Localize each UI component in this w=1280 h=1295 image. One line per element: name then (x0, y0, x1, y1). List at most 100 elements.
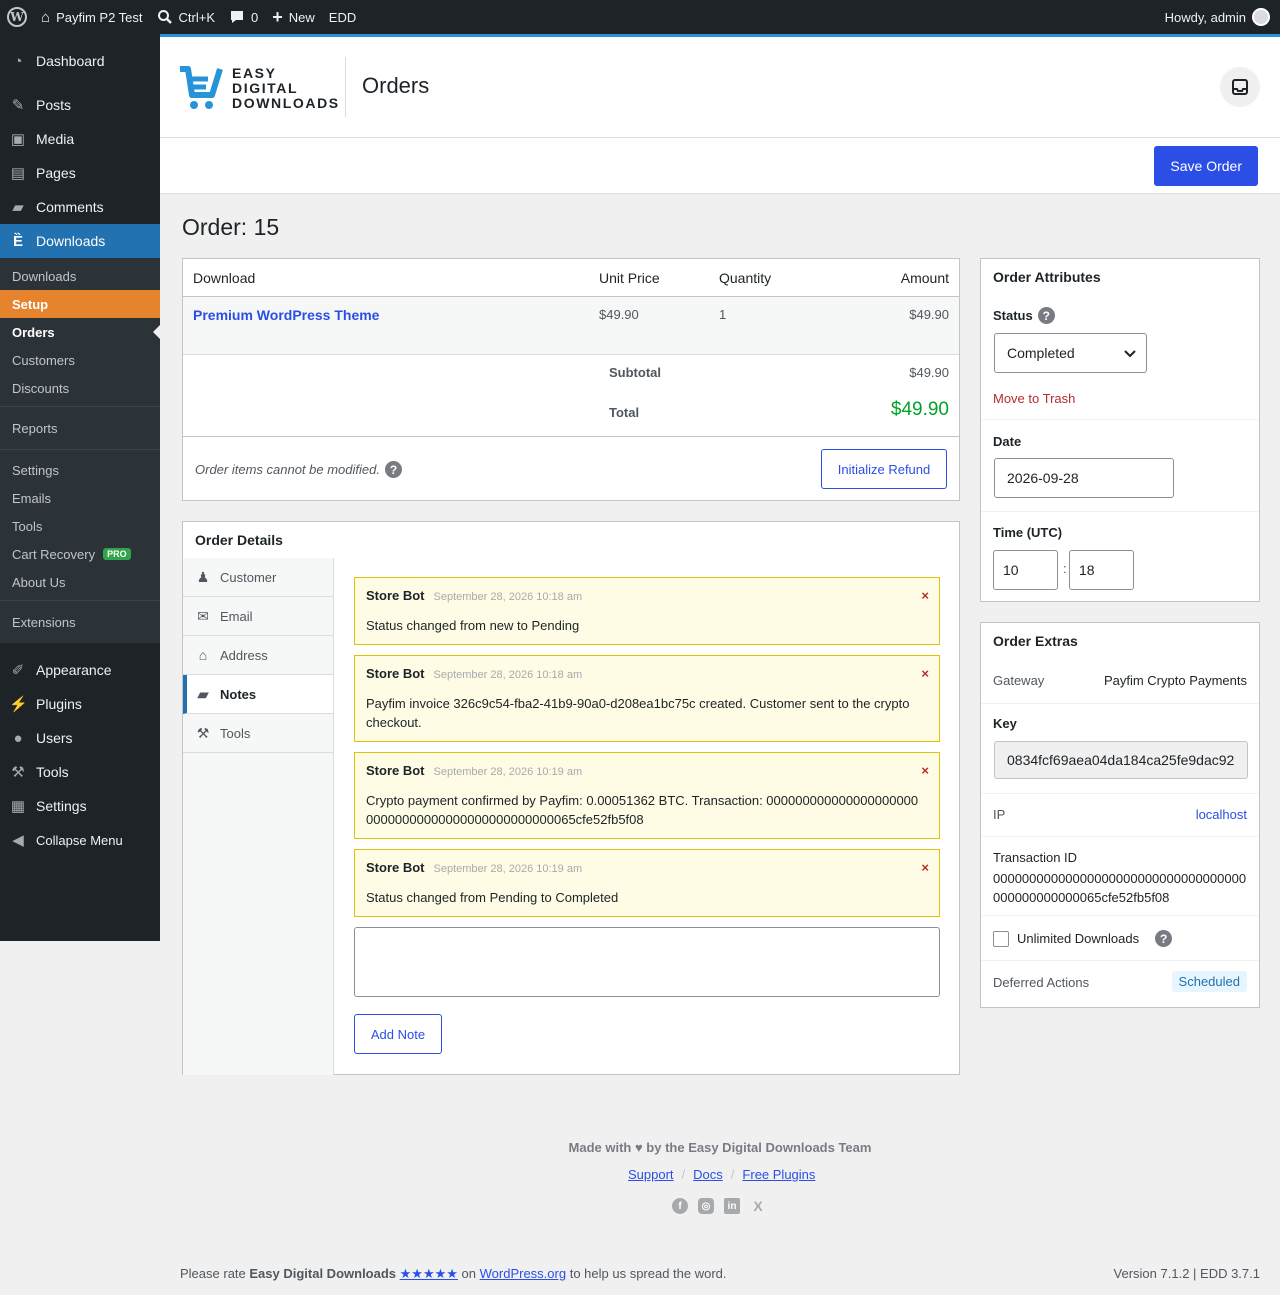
delete-note-button[interactable]: × (921, 666, 929, 681)
collapse-menu-button[interactable]: ◀ Collapse Menu (0, 823, 160, 857)
linkedin-icon[interactable]: in (724, 1198, 740, 1214)
delete-note-button[interactable]: × (921, 588, 929, 603)
save-order-button[interactable]: Save Order (1154, 146, 1258, 186)
menu-tools[interactable]: ⚒ Tools (0, 755, 160, 789)
tab-tools[interactable]: ⚒ Tools (183, 714, 333, 753)
site-name-menu[interactable]: ⌂ Payfim P2 Test (34, 0, 150, 34)
menu-users[interactable]: ● Users (0, 721, 160, 755)
submenu-label: Setup (12, 296, 49, 312)
menu-appearance[interactable]: ✐ Appearance (0, 653, 160, 687)
rate-on: on (457, 1266, 480, 1281)
plus-icon: + (272, 6, 283, 27)
note-text: Crypto payment confirmed by Payfim: 0.00… (366, 793, 919, 827)
email-icon: ✉ (197, 607, 209, 624)
submenu-label: Downloads (12, 268, 77, 284)
submenu-discounts[interactable]: Discounts (0, 374, 160, 402)
tab-address[interactable]: ⌂ Address (183, 636, 333, 675)
submenu-downloads[interactable]: Downloads (0, 262, 160, 290)
menu-plugins[interactable]: ⚡ Plugins (0, 687, 160, 721)
wordpress-logo-menu[interactable]: W (0, 0, 34, 34)
my-account-menu[interactable]: Howdy, admin (1158, 0, 1280, 34)
menu-label: Settings (36, 798, 87, 814)
edd-header: EASY DIGITAL DOWNLOADS Orders (160, 34, 1280, 138)
status-select[interactable]: Completed (994, 333, 1147, 373)
comment-icon (231, 11, 244, 23)
help-icon[interactable]: ? (1155, 930, 1173, 947)
facebook-icon[interactable]: f (672, 1198, 688, 1214)
delete-note-button[interactable]: × (921, 860, 929, 875)
note-author: Store Bot (366, 588, 425, 603)
new-content-menu[interactable]: + New (265, 0, 322, 34)
menu-posts[interactable]: ✎ Posts (0, 88, 160, 122)
edd-menu[interactable]: EDD (322, 0, 363, 34)
divider (981, 511, 1259, 512)
subtotal-value: $49.90 (909, 365, 949, 380)
submenu-setup[interactable]: Setup (0, 290, 160, 318)
ip-link[interactable]: localhost (1196, 807, 1247, 822)
order-attributes-title: Order Attributes (993, 269, 1101, 285)
command-palette-trigger[interactable]: Ctrl+K (150, 0, 222, 34)
add-note-button[interactable]: Add Note (354, 1014, 442, 1054)
wordpress-icon: W (7, 7, 27, 27)
date-input[interactable]: 2026-09-28 (994, 458, 1174, 498)
submenu-emails[interactable]: Emails (0, 484, 160, 512)
comments-count: 0 (251, 9, 259, 25)
hour-input[interactable]: 10 (993, 550, 1058, 590)
submenu-label: About Us (12, 574, 66, 590)
tab-label: Customer (220, 569, 277, 585)
menu-downloads[interactable]: Ȅ Downloads (0, 224, 160, 258)
payment-key-field[interactable]: 0834fcf69aea04da184ca25fe9dac92 (994, 741, 1248, 779)
rate-stars-link[interactable]: ★★★★★ (400, 1266, 458, 1281)
free-plugins-link[interactable]: Free Plugins (742, 1167, 815, 1182)
column-header: Download (193, 269, 256, 286)
instagram-icon[interactable]: ◎ (698, 1198, 714, 1214)
chevron-down-icon (1124, 350, 1136, 358)
menu-dashboard[interactable]: ◔ Dashboard (0, 44, 160, 78)
home-icon: ⌂ (41, 8, 51, 26)
logo-line: DIGITAL (232, 79, 299, 96)
submenu-extensions[interactable]: Extensions (0, 605, 160, 639)
submenu-cart-recovery[interactable]: Cart Recovery PRO (0, 540, 160, 568)
menu-label: Posts (36, 97, 72, 113)
order-note: Store Bot September 28, 2026 10:19 am × S… (354, 849, 940, 917)
menu-pages[interactable]: ▤ Pages (0, 156, 160, 190)
transaction-id-label: Transaction ID (993, 850, 1078, 865)
status-value: Completed (1007, 345, 1075, 361)
deferred-actions-label: Deferred Actions (993, 975, 1090, 990)
tab-notes[interactable]: ▰ Notes (183, 675, 333, 714)
submenu-customers[interactable]: Customers (0, 346, 160, 374)
move-to-trash-link[interactable]: Move to Trash (993, 391, 1075, 406)
transaction-id-value: 0000000000000000000000000000000000000000… (993, 871, 1247, 905)
menu-media[interactable]: ▣ Media (0, 122, 160, 156)
menu-comments[interactable]: ▰ Comments (0, 190, 160, 224)
minute-input[interactable]: 18 (1069, 550, 1134, 590)
notifications-inbox-button[interactable] (1220, 67, 1260, 107)
x-twitter-icon[interactable]: X (750, 1198, 766, 1214)
menu-settings[interactable]: ▦ Settings (0, 789, 160, 823)
docs-link[interactable]: Docs (693, 1167, 723, 1182)
order-details-tabs: ♟ Customer ✉ Email ⌂ Address ▰ Notes ⚒ Tools (183, 558, 334, 1075)
comments-menu[interactable]: 0 (222, 0, 265, 34)
download-link[interactable]: Premium WordPress Theme (193, 307, 379, 323)
delete-note-button[interactable]: × (921, 763, 929, 778)
submenu-settings[interactable]: Settings (0, 456, 160, 484)
submenu-reports[interactable]: Reports (0, 411, 160, 445)
submenu-label: Discounts (12, 380, 70, 396)
help-icon[interactable]: ? (1037, 307, 1055, 324)
initialize-refund-button[interactable]: Initialize Refund (821, 449, 947, 489)
tab-customer[interactable]: ♟ Customer (183, 558, 333, 597)
tab-email[interactable]: ✉ Email (183, 597, 333, 636)
new-note-textarea[interactable] (354, 927, 940, 997)
unlimited-downloads-checkbox[interactable] (993, 930, 1009, 947)
help-icon[interactable]: ? (384, 461, 402, 478)
unlimited-downloads-row: Unlimited Downloads ? (993, 930, 1173, 947)
time-label: Time (UTC) (993, 525, 1063, 540)
submenu-about-us[interactable]: About Us (0, 568, 160, 596)
gateway-label: Gateway (993, 673, 1045, 688)
submenu-tools[interactable]: Tools (0, 512, 160, 540)
support-link[interactable]: Support (628, 1167, 674, 1182)
downloads-submenu: Downloads Setup Orders Customers Discoun… (0, 258, 160, 643)
menu-label: Collapse Menu (36, 832, 123, 848)
wordpress-org-link[interactable]: WordPress.org (480, 1266, 566, 1281)
submenu-orders[interactable]: Orders (0, 318, 160, 346)
